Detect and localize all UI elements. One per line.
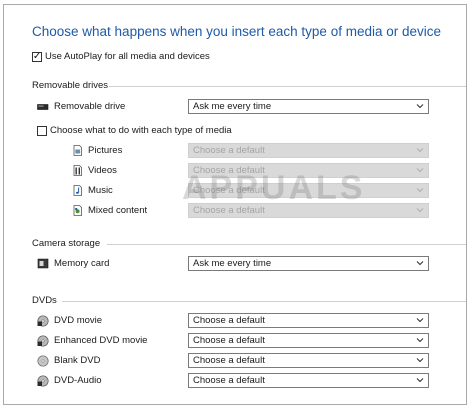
chevron-down-icon <box>416 104 424 109</box>
chevron-down-icon <box>416 318 424 323</box>
dvd-movie-icon <box>37 315 49 327</box>
check-mark-icon: ✓ <box>32 51 42 62</box>
enhanced-dvd-movie-icon <box>37 335 49 347</box>
videos-label: Videos <box>88 165 117 176</box>
autoplay-settings-window: Choose what happens when you insert each… <box>3 4 467 405</box>
section-divider <box>109 86 466 87</box>
dvd-audio-dropdown[interactable]: Choose a default <box>188 373 429 388</box>
mixed-content-label: Mixed content <box>88 205 148 216</box>
use-autoplay-checkbox[interactable]: ✓ <box>32 52 42 62</box>
dvd-movie-dropdown[interactable]: Choose a default <box>188 313 429 328</box>
pictures-label: Pictures <box>88 145 123 156</box>
memory-card-icon <box>37 258 49 269</box>
blank-dvd-label: Blank DVD <box>54 355 101 366</box>
dropdown-value: Choose a default <box>193 375 265 386</box>
mixed-content-dropdown[interactable]: Choose a default <box>188 203 429 218</box>
dropdown-value: Choose a default <box>193 145 265 156</box>
dropdown-value: Choose a default <box>193 315 265 326</box>
music-icon <box>73 185 82 196</box>
pictures-icon <box>73 145 82 156</box>
page-title: Choose what happens when you insert each… <box>32 24 442 39</box>
dropdown-value: Ask me every time <box>193 258 272 269</box>
removable-drive-dropdown[interactable]: Ask me every time <box>188 99 429 114</box>
removable-drive-icon <box>37 104 49 110</box>
dvds-heading: DVDs <box>32 295 57 306</box>
dropdown-value: Choose a default <box>193 205 265 216</box>
choose-media-checkbox[interactable] <box>37 126 47 136</box>
dvd-movie-label: DVD movie <box>54 315 103 326</box>
section-divider <box>62 301 466 302</box>
videos-icon <box>73 165 82 176</box>
dropdown-value: Choose a default <box>193 165 265 176</box>
use-autoplay-label[interactable]: Use AutoPlay for all media and devices <box>45 51 210 63</box>
chevron-down-icon <box>416 188 424 193</box>
chevron-down-icon <box>416 338 424 343</box>
chevron-down-icon <box>416 168 424 173</box>
blank-dvd-dropdown[interactable]: Choose a default <box>188 353 429 368</box>
chevron-down-icon <box>416 208 424 213</box>
memory-card-dropdown[interactable]: Ask me every time <box>188 256 429 271</box>
camera-storage-heading: Camera storage <box>32 238 101 249</box>
blank-dvd-icon <box>37 355 49 367</box>
chevron-down-icon <box>416 261 424 266</box>
videos-dropdown[interactable]: Choose a default <box>188 163 429 178</box>
mixed-content-icon <box>73 205 82 216</box>
music-label: Music <box>88 185 113 196</box>
chevron-down-icon <box>416 378 424 383</box>
dropdown-value: Choose a default <box>193 355 265 366</box>
dvd-audio-icon <box>37 375 49 387</box>
pictures-dropdown[interactable]: Choose a default <box>188 143 429 158</box>
section-divider <box>107 244 466 245</box>
choose-media-label[interactable]: Choose what to do with each type of medi… <box>50 125 232 137</box>
removable-drive-label: Removable drive <box>54 101 126 112</box>
memory-card-label: Memory card <box>54 258 110 269</box>
removable-drives-heading: Removable drives <box>32 80 109 91</box>
dropdown-value: Choose a default <box>193 185 265 196</box>
enhanced-dvd-movie-label: Enhanced DVD movie <box>54 335 148 346</box>
chevron-down-icon <box>416 148 424 153</box>
dropdown-value: Ask me every time <box>193 101 272 112</box>
enhanced-dvd-movie-dropdown[interactable]: Choose a default <box>188 333 429 348</box>
dropdown-value: Choose a default <box>193 335 265 346</box>
chevron-down-icon <box>416 358 424 363</box>
music-dropdown[interactable]: Choose a default <box>188 183 429 198</box>
dvd-audio-label: DVD-Audio <box>54 375 102 386</box>
